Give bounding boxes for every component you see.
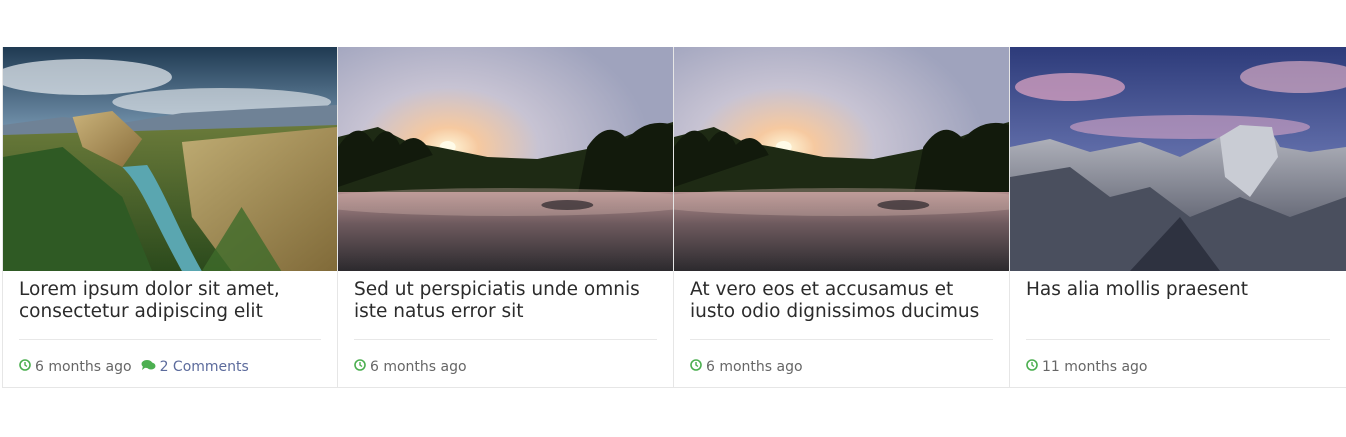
post-title[interactable]: Lorem ipsum dolor sit amet, consectetur … (19, 279, 321, 323)
clock-icon (19, 359, 31, 375)
clock-icon (354, 359, 366, 375)
clock-icon (690, 359, 702, 375)
comments-link[interactable]: 2 Comments (141, 359, 249, 375)
divider (690, 339, 993, 340)
post-date: 6 months ago (370, 359, 467, 375)
post-date: 6 months ago (706, 359, 803, 375)
post-meta: 6 months ago (690, 359, 812, 375)
post-card: At vero eos et accusamus et iusto odio d… (674, 47, 1010, 388)
post-thumbnail-river-canyon[interactable] (3, 47, 337, 271)
post-title[interactable]: Sed ut perspiciatis unde omnis iste natu… (354, 279, 657, 323)
divider (19, 339, 321, 340)
clock-icon (1026, 359, 1038, 375)
comments-icon (141, 359, 156, 375)
post-meta: 6 months ago (354, 359, 476, 375)
post-thumbnail-sunset-lake[interactable] (674, 47, 1009, 271)
post-grid: Lorem ipsum dolor sit amet, consectetur … (2, 47, 1346, 389)
post-meta: 11 months ago (1026, 359, 1156, 375)
post-card: Has alia mollis praesent 11 months ago (1010, 47, 1346, 388)
post-date: 6 months ago (35, 359, 132, 375)
post-meta: 6 months ago 2 Comments (19, 359, 258, 375)
post-thumbnail-mountain-dusk[interactable] (1010, 47, 1346, 271)
post-title[interactable]: At vero eos et accusamus et iusto odio d… (690, 279, 993, 323)
post-thumbnail-sunset-lake[interactable] (338, 47, 673, 271)
post-title[interactable]: Has alia mollis praesent (1026, 279, 1330, 301)
divider (1026, 339, 1330, 340)
post-card: Sed ut perspiciatis unde omnis iste natu… (338, 47, 674, 388)
post-date: 11 months ago (1042, 359, 1148, 375)
comments-count: 2 Comments (159, 359, 249, 375)
divider (354, 339, 657, 340)
post-card: Lorem ipsum dolor sit amet, consectetur … (2, 47, 338, 388)
